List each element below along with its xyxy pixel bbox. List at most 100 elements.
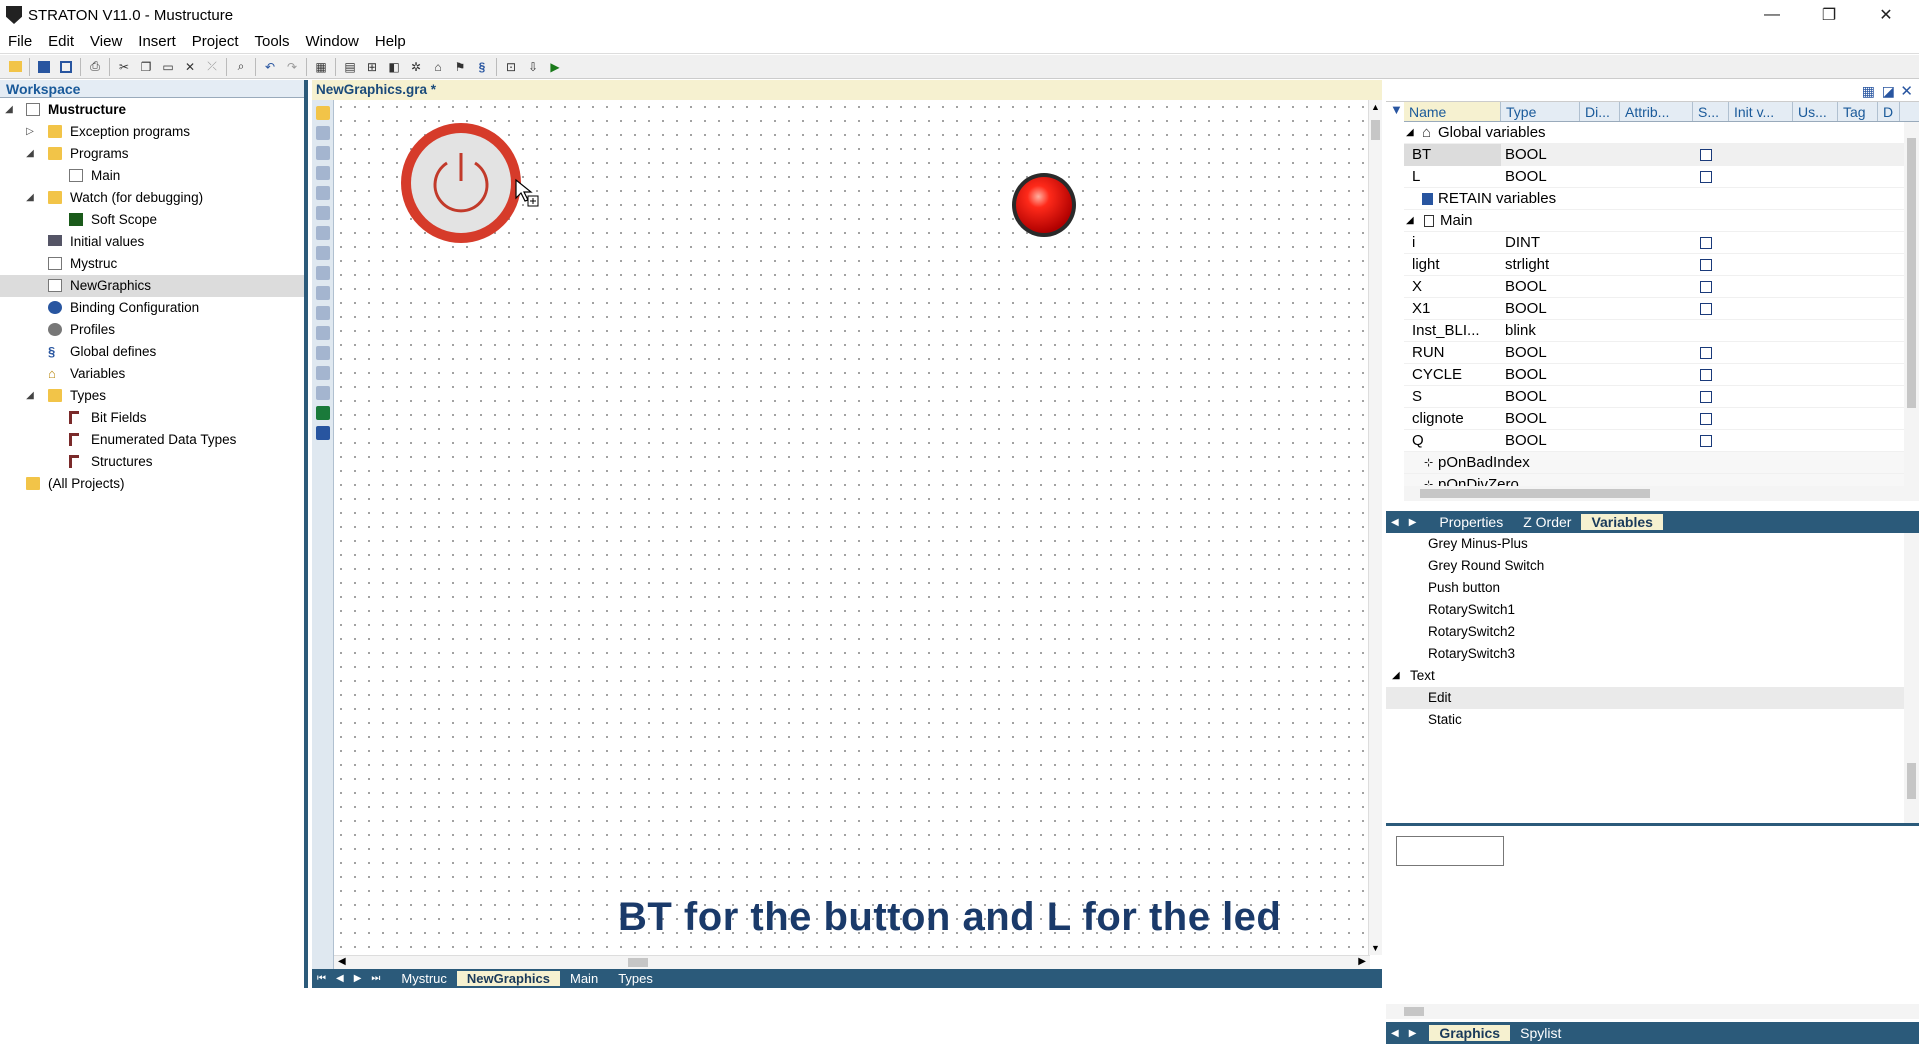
var-row-i[interactable]: i DINT	[1404, 232, 1904, 254]
var-row-x[interactable]: X BOOL	[1404, 276, 1904, 298]
var-type[interactable]: BOOL	[1505, 298, 1547, 320]
column-attrib[interactable]: Attrib...	[1620, 102, 1693, 121]
tab-newgraphics[interactable]: NewGraphics	[456, 971, 560, 986]
scroll-down-icon[interactable]: ▼	[1371, 943, 1380, 953]
var-row-cycle[interactable]: CYCLE BOOL	[1404, 364, 1904, 386]
tab-spylist[interactable]: Spylist	[1510, 1025, 1571, 1041]
settings-icon[interactable]: ✲	[408, 59, 424, 75]
var-name[interactable]: Q	[1412, 430, 1424, 452]
defines-icon[interactable]: §	[474, 59, 490, 75]
led-indicator-widget[interactable]	[1011, 172, 1077, 238]
paste-icon[interactable]: ▭	[160, 59, 176, 75]
var-checkbox[interactable]	[1700, 281, 1712, 293]
collapse-arrow-icon[interactable]: ◢	[24, 385, 36, 407]
close-button[interactable]: ✕	[1863, 0, 1909, 30]
library-item-edit[interactable]: Edit	[1386, 687, 1919, 709]
var-checkbox[interactable]	[1700, 391, 1712, 403]
var-row-clignote[interactable]: clignote BOOL	[1404, 408, 1904, 430]
canvas-horizontal-scrollbar[interactable]: ◀ ▶	[334, 955, 1370, 969]
pointer-tool-icon[interactable]	[316, 126, 330, 140]
tab-main[interactable]: Main	[560, 971, 608, 986]
properties-icon[interactable]	[316, 426, 330, 440]
scroll-thumb[interactable]	[1907, 763, 1916, 799]
tree-item-bit-fields[interactable]: Bit Fields	[0, 407, 304, 429]
var-row-q[interactable]: Q BOOL	[1404, 430, 1904, 452]
library-item-static[interactable]: Static	[1386, 709, 1919, 731]
library-item-grey-round-switch[interactable]: Grey Round Switch	[1386, 555, 1919, 577]
var-name[interactable]: S	[1412, 386, 1422, 408]
var-name[interactable]: CYCLE	[1412, 364, 1462, 386]
tree-item-global-defines[interactable]: § Global defines	[0, 341, 304, 363]
tab-graphics[interactable]: Graphics	[1429, 1025, 1511, 1041]
align-top-icon[interactable]	[316, 246, 330, 260]
align-bottom-icon[interactable]	[316, 286, 330, 300]
scroll-thumb[interactable]	[1420, 489, 1650, 498]
var-type[interactable]: blink	[1505, 320, 1536, 342]
filter-icon[interactable]: ▼	[1390, 102, 1403, 117]
collapse-arrow-icon[interactable]: ◢	[3, 99, 15, 121]
scroll-thumb[interactable]	[1371, 120, 1380, 140]
var-checkbox[interactable]	[1700, 149, 1712, 161]
delete-all-icon[interactable]: ⤫	[204, 59, 220, 75]
var-row-light[interactable]: light strlight	[1404, 254, 1904, 276]
var-type[interactable]: BOOL	[1505, 386, 1547, 408]
scroll-thumb[interactable]	[628, 958, 648, 967]
var-row-s[interactable]: S BOOL	[1404, 386, 1904, 408]
library-item-rotaryswitch1[interactable]: RotarySwitch1	[1386, 599, 1919, 621]
var-row-x1[interactable]: X1 BOOL	[1404, 298, 1904, 320]
menu-project[interactable]: Project	[184, 33, 247, 50]
properties-horizontal-scrollbar[interactable]	[1386, 1004, 1919, 1019]
minimize-button[interactable]: —	[1749, 0, 1795, 30]
tree-item-structures[interactable]: Structures	[0, 451, 304, 473]
prev-tab-icon[interactable]: ◀	[1386, 1028, 1404, 1039]
menu-file[interactable]: File	[0, 33, 40, 50]
power-button-widget[interactable]	[399, 121, 523, 245]
var-name[interactable]: BT	[1404, 144, 1501, 166]
var-type[interactable]: BOOL	[1505, 276, 1547, 298]
menu-window[interactable]: Window	[298, 33, 367, 50]
home-icon[interactable]: ⌂	[430, 59, 446, 75]
same-width-icon[interactable]	[316, 306, 330, 320]
scroll-right-icon[interactable]: ▶	[1358, 956, 1366, 967]
library-item-push-button[interactable]: Push button	[1386, 577, 1919, 599]
column-name[interactable]: Name	[1404, 102, 1501, 121]
delete-icon[interactable]: ✕	[182, 59, 198, 75]
var-type[interactable]: BOOL	[1505, 430, 1547, 452]
close-panel-icon[interactable]: ✕	[1900, 82, 1913, 100]
var-name[interactable]: L	[1412, 166, 1420, 188]
print-icon[interactable]: ⎙	[87, 59, 103, 75]
layout-icon[interactable]: ▦	[1862, 83, 1875, 100]
prev-tab-icon[interactable]: ◀	[1386, 517, 1404, 528]
column-d[interactable]: D	[1878, 102, 1900, 121]
prev-tab-icon[interactable]: ◀	[331, 973, 349, 984]
undo-icon[interactable]: ↶	[262, 59, 278, 75]
var-name[interactable]: Inst_BLI...	[1412, 320, 1502, 342]
var-row-l[interactable]: L BOOL	[1404, 166, 1904, 188]
menu-insert[interactable]: Insert	[130, 33, 184, 50]
var-type[interactable]: DINT	[1505, 232, 1540, 254]
var-type[interactable]: BOOL	[1505, 364, 1547, 386]
var-type[interactable]: strlight	[1505, 254, 1549, 276]
tree-icon[interactable]: ⊞	[364, 59, 380, 75]
copy-icon[interactable]: ❐	[138, 59, 154, 75]
column-init[interactable]: Init v...	[1729, 102, 1793, 121]
same-height-icon[interactable]	[316, 326, 330, 340]
collapse-arrow-icon[interactable]: ◢	[1392, 665, 1400, 687]
restore-button[interactable]: ❐	[1806, 0, 1852, 30]
new-project-icon[interactable]	[7, 59, 23, 75]
tree-item-all-projects[interactable]: (All Projects)	[0, 473, 304, 495]
graphics-canvas[interactable]	[334, 100, 1370, 955]
tree-item-variables[interactable]: ⌂ Variables	[0, 363, 304, 385]
collapse-arrow-icon[interactable]: ◢	[24, 187, 36, 209]
collapse-arrow-icon[interactable]: ◢	[1406, 122, 1414, 144]
tab-properties[interactable]: Properties	[1429, 514, 1513, 530]
group-global-variables[interactable]: ◢ ⌂ Global variables	[1404, 122, 1904, 144]
collapse-arrow-icon[interactable]: ◢	[1406, 210, 1414, 232]
tree-item-soft-scope[interactable]: Soft Scope	[0, 209, 304, 231]
tab-variables[interactable]: Variables	[1581, 514, 1663, 530]
property-input-box[interactable]	[1396, 836, 1504, 866]
var-name[interactable]: light	[1412, 254, 1440, 276]
var-row-run[interactable]: RUN BOOL	[1404, 342, 1904, 364]
tree-item-newgraphics[interactable]: NewGraphics	[0, 275, 304, 297]
tree-item-binding-configuration[interactable]: Binding Configuration	[0, 297, 304, 319]
